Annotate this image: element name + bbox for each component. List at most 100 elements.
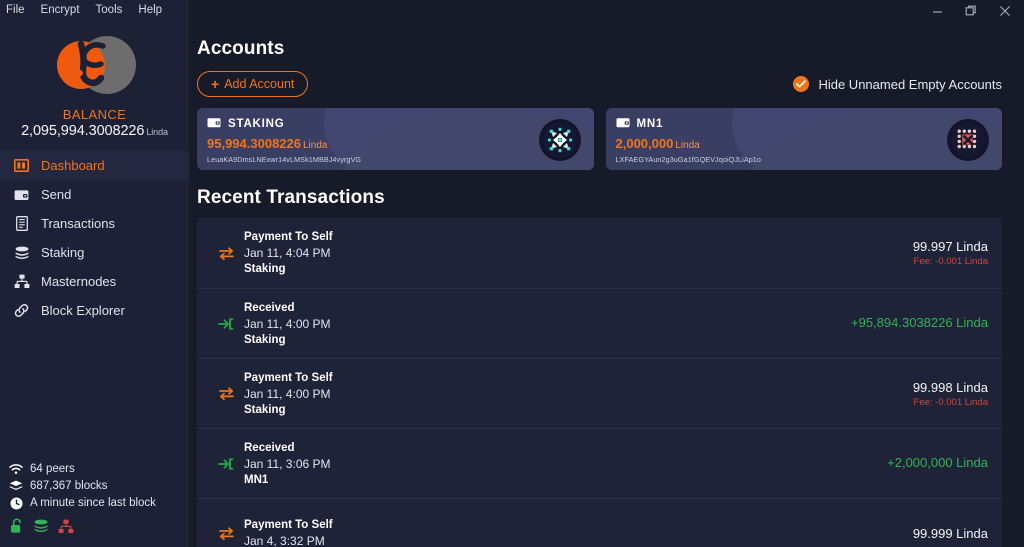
account-amount-value: 95,994.3008226 [207,136,301,151]
dashboard-icon [13,157,30,174]
sidebar-item-staking[interactable]: Staking [0,238,189,267]
received-icon [213,457,239,471]
wallet-icon [207,115,221,133]
table-row[interactable]: Payment To Self Jan 11, 4:00 PM Staking … [197,358,1002,428]
masternode-identicon [947,119,989,161]
hide-unnamed-empty-accounts-label: Hide Unnamed Empty Accounts [818,76,1002,92]
title-bar [189,0,1024,22]
clock-icon [9,496,23,510]
wallet-app-window: File Encrypt Tools Help BALANCE 2,095,99… [0,0,1024,547]
balance-block: BALANCE 2,095,994.3008226 Linda [0,107,189,139]
sidebar-item-label: Masternodes [41,274,117,289]
menu-bar: File Encrypt Tools Help [0,0,189,20]
unlocked-padlock-icon[interactable] [10,518,24,539]
transaction-account: Staking [244,333,286,346]
transaction-date: Jan 4, 3:32 PM [244,534,325,547]
status-panel: 64 peers 687,367 blocks A minute since l… [0,462,189,539]
wallet-icon [616,115,630,133]
account-address[interactable]: LXFAEGYAun2g3uGa1fGQEVJqoiQJLiAp1o [616,155,993,164]
masternode-network-icon[interactable] [58,519,74,539]
table-row[interactable]: Received Jan 11, 4:00 PM Staking +95,894… [197,288,1002,358]
transaction-amount: 99.997 Linda [912,239,988,254]
transaction-account: Staking [244,403,286,416]
add-account-button[interactable]: + Add Account [197,71,309,97]
main-content: Accounts + Add Account Hide Unnamed Empt… [189,0,1024,547]
plus-icon: + [211,76,220,92]
sidebar-item-label: Transactions [41,216,115,231]
transaction-fee: Fee: -0.001 Linda [913,396,988,408]
table-row[interactable]: Received Jan 11, 3:06 PM MN1 +2,000,000 … [197,428,1002,498]
recent-transactions-title: Recent Transactions [197,187,385,208]
transaction-amount: 99.999 Linda [912,526,988,541]
transaction-amount: +2,000,000 Linda [887,455,988,470]
transactions-list-icon [13,215,30,232]
account-amount: 2,000,000 Linda [616,136,993,151]
transaction-date: Jan 11, 4:00 PM [244,316,331,331]
menu-help[interactable]: Help [137,0,163,20]
account-card-mn1[interactable]: MN1 2,000,000 Linda LXFAEGYAun2g3uGa1fGQE… [605,108,1002,170]
sidebar-item-block-explorer[interactable]: Block Explorer [0,296,189,325]
sidebar-item-send[interactable]: Send [0,180,189,209]
balance-value: 2,095,994.3008226 Linda [0,123,189,139]
account-amount-unit: Linda [302,140,328,151]
coins-stack-icon [13,244,30,261]
account-name: MN1 [636,118,664,130]
menu-file[interactable]: File [5,0,26,20]
hide-unnamed-empty-accounts-toggle[interactable]: Hide Unnamed Empty Accounts [793,76,1002,92]
accounts-toolbar: + Add Account Hide Unnamed Empty Account… [197,71,1002,97]
account-cards: STAKING 95,994.3008226 Linda LeuaKA9DmsLN… [197,108,1002,170]
transaction-account: MN1 [244,473,269,486]
menu-encrypt[interactable]: Encrypt [40,0,81,20]
last-block-text: A minute since last block [30,497,156,509]
transaction-type: Received [244,441,295,454]
transaction-type: Received [244,301,295,314]
status-last-block: A minute since last block [9,496,189,510]
received-icon [213,317,239,331]
account-amount-unit: Linda [675,140,700,151]
staking-coins-icon[interactable] [33,519,49,538]
balance-unit: Linda [146,127,168,137]
transaction-date: Jan 11, 3:06 PM [244,456,331,471]
window-minimize-button[interactable] [920,0,954,22]
transactions-list: Payment To Self Jan 11, 4:04 PM Staking … [197,218,1002,547]
sidebar-item-label: Block Explorer [41,303,125,318]
transaction-date: Jan 11, 4:00 PM [244,386,331,401]
staking-identicon [538,119,581,161]
sidebar: File Encrypt Tools Help BALANCE 2,095,99… [0,0,189,547]
table-row[interactable]: Payment To Self Jan 11, 4:04 PM Staking … [197,218,1002,288]
peers-text: 64 peers [30,463,75,475]
window-maximize-button[interactable] [954,0,988,22]
account-amount: 95,994.3008226 Linda [207,136,584,151]
sidebar-item-label: Staking [41,245,85,260]
payment-to-self-icon [213,527,239,540]
sidebar-nav: Dashboard Send Transactions Staking Mast… [0,151,189,325]
blocks-stack-icon [9,479,23,493]
add-account-label: Add Account [224,77,295,91]
sidebar-item-label: Dashboard [41,158,105,173]
transaction-type: Payment To Self [244,519,333,531]
sidebar-item-dashboard[interactable]: Dashboard [0,151,189,180]
sidebar-item-transactions[interactable]: Transactions [0,209,189,238]
accounts-title: Accounts [197,38,285,59]
checkmark-icon [793,76,810,92]
transaction-amount: 99.998 Linda [912,379,988,395]
network-nodes-icon [13,273,30,290]
account-address[interactable]: LeuaKA9DmsLNExwr14vLMSk1MBBJ4vyrgVG [207,155,584,164]
account-name: STAKING [228,118,285,130]
sidebar-item-masternodes[interactable]: Masternodes [0,267,189,296]
table-row[interactable]: Payment To Self Jan 4, 3:32 PM 99.999 Li… [197,498,1002,547]
linda-coin-logo [56,36,136,94]
logo-container [0,26,189,104]
status-indicator-icons [9,518,189,539]
payment-to-self-icon [213,246,239,260]
dashboard-content: Accounts + Add Account Hide Unnamed Empt… [189,38,1024,547]
menu-tools[interactable]: Tools [95,0,124,20]
payment-to-self-icon [213,387,239,400]
link-chain-icon [13,302,30,319]
sidebar-item-label: Send [41,187,72,202]
send-wallet-icon [13,186,30,203]
account-amount-value: 2,000,000 [615,136,674,151]
account-card-staking[interactable]: STAKING 95,994.3008226 Linda LeuaKA9DmsLN… [197,108,594,170]
window-close-button[interactable] [988,0,1022,22]
wifi-icon [9,462,23,476]
